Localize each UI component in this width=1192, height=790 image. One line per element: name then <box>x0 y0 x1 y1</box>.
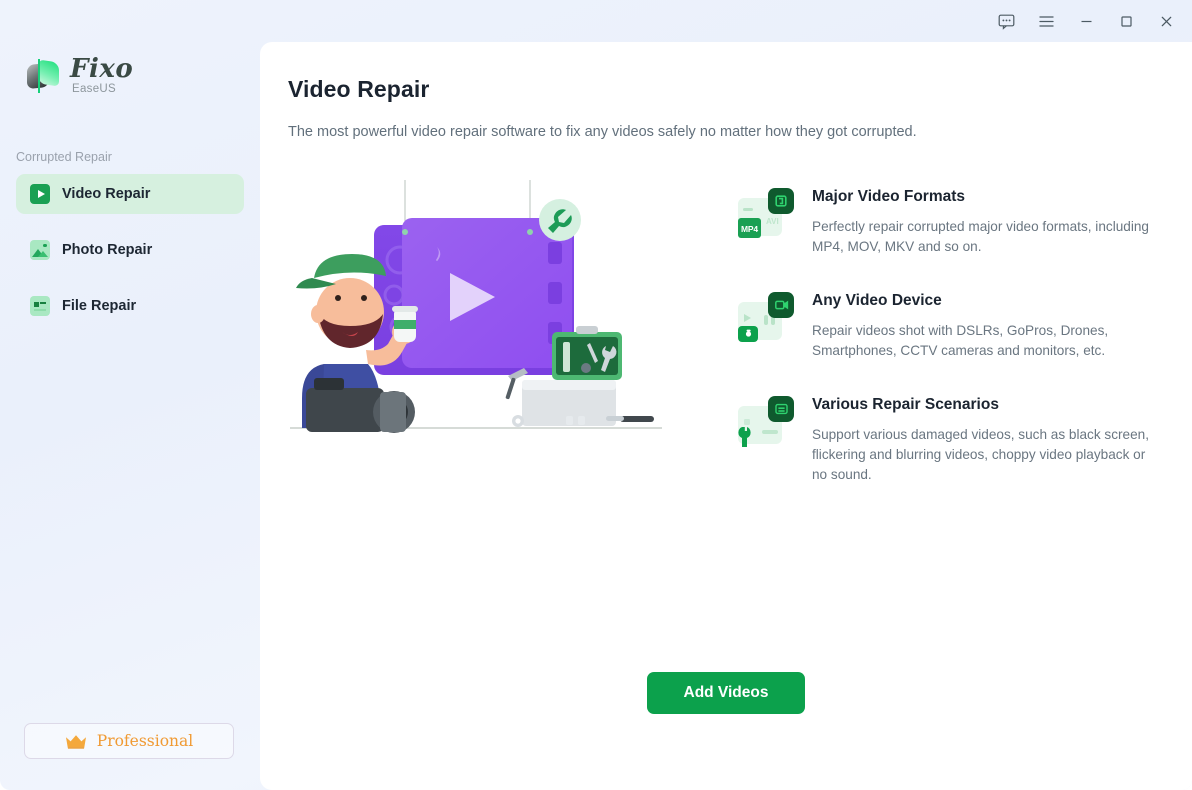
feature-list: AVI MP4 Major Video Formats Perfectly re… <box>738 186 1152 518</box>
feature-description: Perfectly repair corrupted major video f… <box>812 219 1149 255</box>
feature-description: Repair videos shot with DSLRs, GoPros, D… <box>812 322 1109 359</box>
feature-title: Major Video Formats <box>812 188 966 205</box>
fixo-logo-icon <box>26 59 60 93</box>
feedback-button[interactable] <box>986 6 1026 36</box>
photo-repair-icon <box>30 240 50 260</box>
feedback-icon <box>998 13 1015 30</box>
maximize-button[interactable] <box>1106 6 1146 36</box>
close-button[interactable] <box>1146 6 1186 36</box>
nav-group-title: Corrupted Repair <box>16 150 112 164</box>
minimize-icon <box>1079 14 1094 29</box>
app-logo: Fixo EaseUS <box>0 42 260 104</box>
page-subtitle: The most powerful video repair software … <box>288 124 917 140</box>
close-icon <box>1159 14 1174 29</box>
video-repair-illustration <box>290 180 690 518</box>
feature-title: Any Video Device <box>812 291 942 309</box>
sidebar: Fixo EaseUS Corrupted Repair Video Repai… <box>0 0 260 790</box>
sidebar-item-label: Photo Repair <box>62 242 153 258</box>
professional-label: Professional <box>96 732 194 750</box>
menu-icon <box>1038 14 1055 29</box>
cta-row: Add Videos <box>260 672 1192 714</box>
maximize-icon <box>1119 14 1134 29</box>
app-window: Fixo EaseUS Corrupted Repair Video Repai… <box>0 0 1192 790</box>
minimize-button[interactable] <box>1066 6 1106 36</box>
video-repair-icon <box>30 184 50 204</box>
feature-item: Various Repair Scenarios Support various… <box>738 394 1152 486</box>
feature-title: Various Repair Scenarios <box>812 395 999 413</box>
sidebar-item-video-repair[interactable]: Video Repair <box>16 174 244 214</box>
add-videos-button[interactable]: Add Videos <box>647 672 805 714</box>
file-repair-icon <box>30 296 50 316</box>
logo-name: Fixo <box>70 54 134 85</box>
feature-item: AVI MP4 Major Video Formats Perfectly re… <box>738 186 1152 258</box>
sidebar-item-photo-repair[interactable]: Photo Repair <box>16 230 244 270</box>
sidebar-item-label: Video Repair <box>62 186 151 202</box>
repair-scenarios-icon <box>738 395 794 452</box>
video-device-icon <box>738 291 794 348</box>
logo-brand: EaseUS <box>72 83 116 96</box>
sidebar-item-label: File Repair <box>62 298 137 314</box>
feature-description: Support various damaged videos, such as … <box>812 426 1150 483</box>
sidebar-item-file-repair[interactable]: File Repair <box>16 286 244 326</box>
crown-icon <box>65 734 87 749</box>
professional-upgrade-button[interactable]: Professional <box>24 723 234 759</box>
main-panel: Video Repair The most powerful video rep… <box>260 42 1192 790</box>
menu-button[interactable] <box>1026 6 1066 36</box>
svg-text:AVI: AVI <box>766 217 779 226</box>
feature-item: Any Video Device Repair videos shot with… <box>738 290 1152 362</box>
video-formats-icon: AVI MP4 <box>738 188 794 244</box>
page-title: Video Repair <box>288 76 430 102</box>
